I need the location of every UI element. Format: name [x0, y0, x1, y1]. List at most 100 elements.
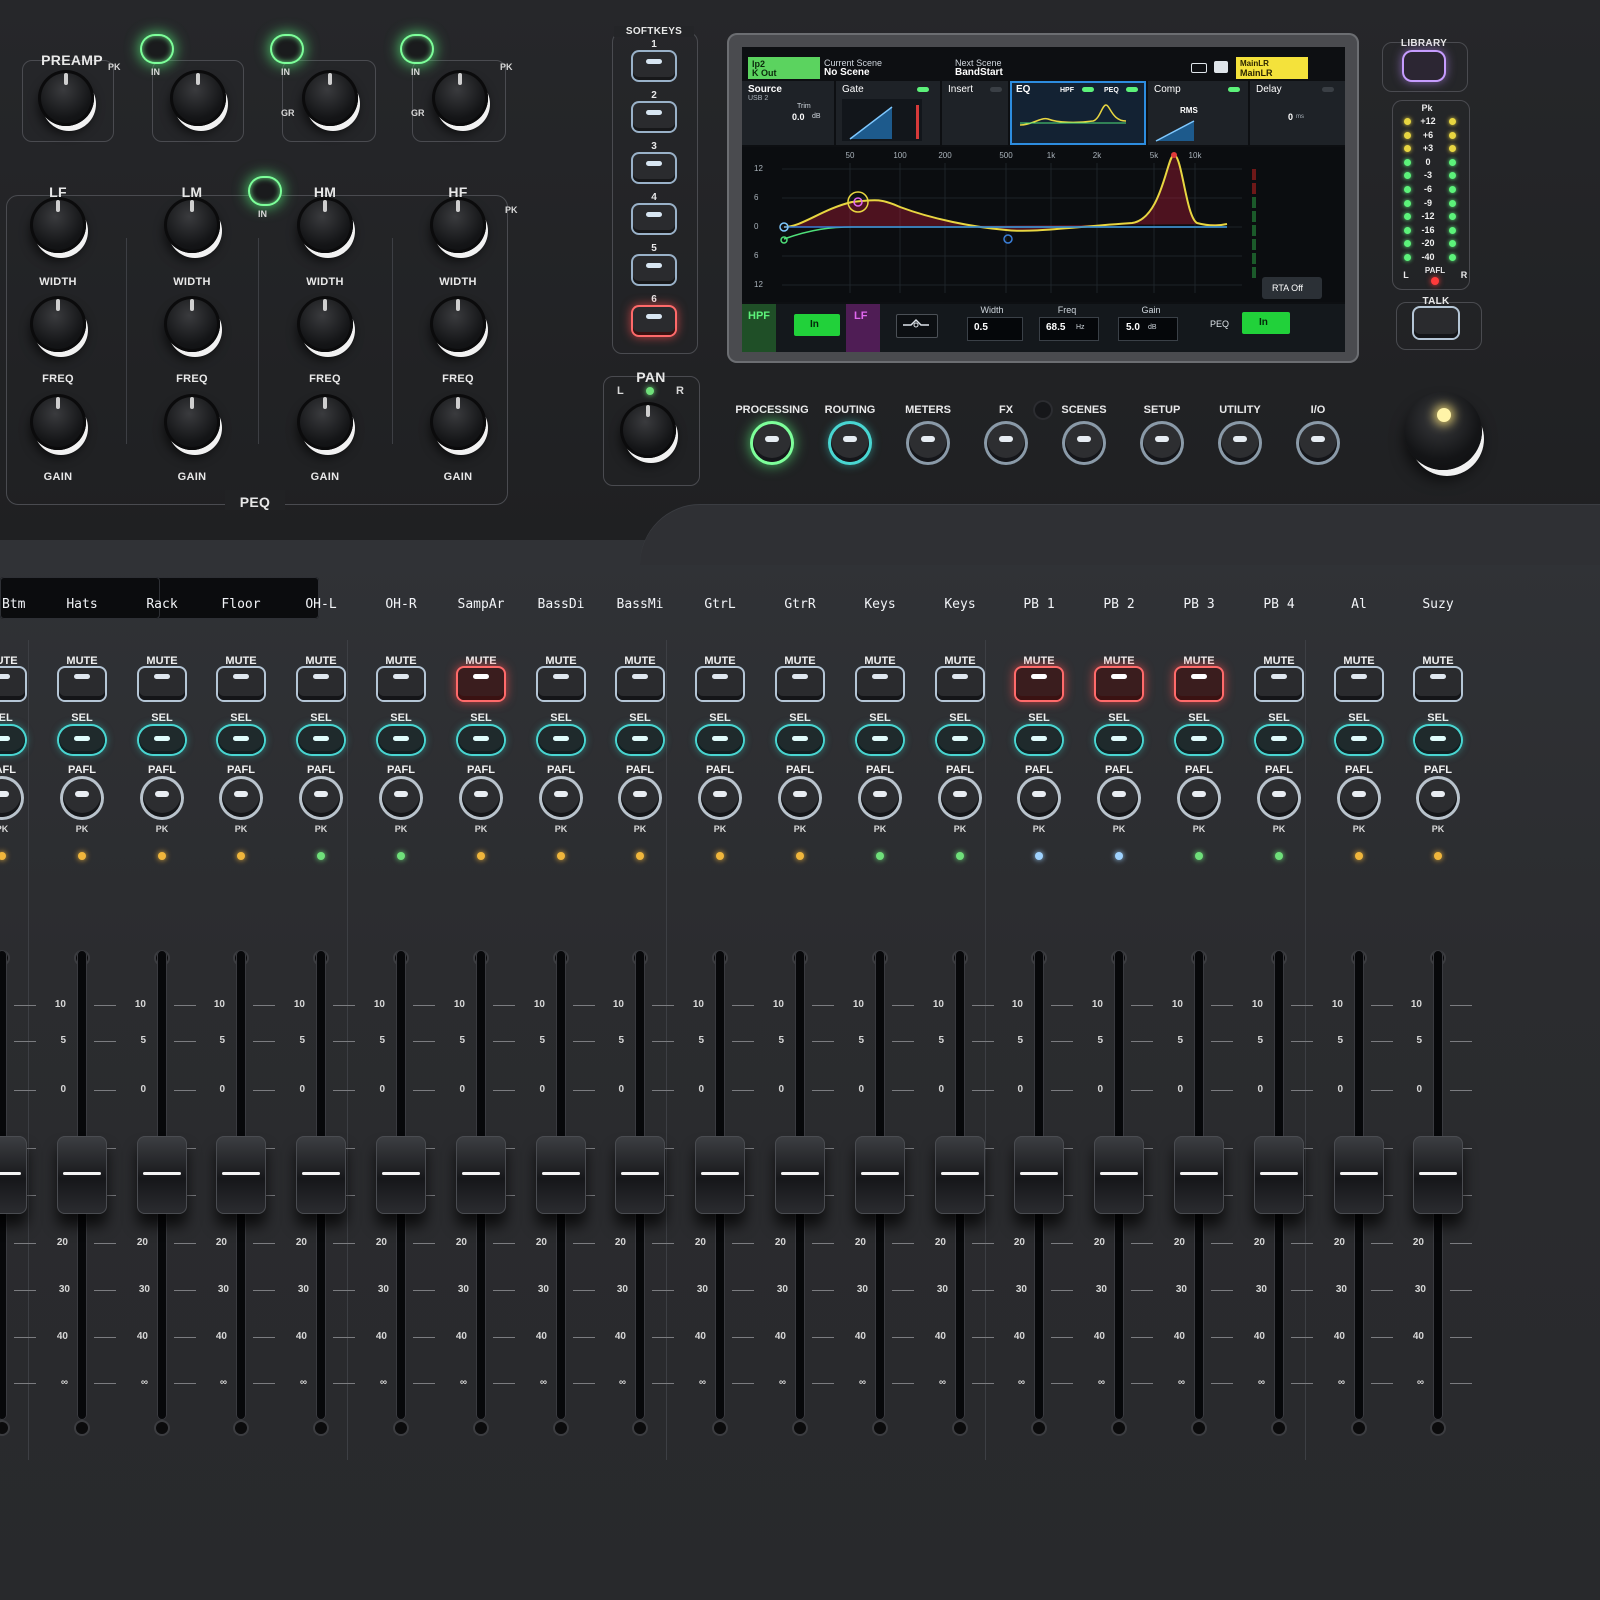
softkey-1-button[interactable] — [633, 52, 675, 80]
sel-button-2[interactable] — [139, 726, 185, 754]
fader-cap-2[interactable] — [137, 1136, 187, 1214]
gate2-in-button[interactable] — [272, 36, 302, 62]
gate2-knob[interactable] — [302, 70, 358, 126]
pafl-button-5[interactable] — [382, 779, 420, 817]
mute-button-16[interactable] — [1256, 668, 1302, 700]
pafl-button-15[interactable] — [1180, 779, 1218, 817]
fader-cap-9[interactable] — [695, 1136, 745, 1214]
sel-button-18[interactable] — [1415, 726, 1461, 754]
peq-lm-gain-knob[interactable] — [164, 394, 220, 450]
next-scene-value[interactable]: BandStart — [955, 67, 1003, 78]
sel-button-10[interactable] — [777, 726, 823, 754]
softkey-4-button[interactable] — [633, 205, 675, 233]
library-button[interactable] — [1404, 52, 1444, 80]
peq-lm-freq-knob[interactable] — [164, 296, 220, 352]
talk-button[interactable] — [1414, 308, 1458, 338]
peq-hm-freq-knob[interactable] — [297, 296, 353, 352]
fader-cap-11[interactable] — [855, 1136, 905, 1214]
mute-button-11[interactable] — [857, 668, 903, 700]
fader-cap-12[interactable] — [935, 1136, 985, 1214]
fader-cap-8[interactable] — [615, 1136, 665, 1214]
pafl-button-12[interactable] — [941, 779, 979, 817]
sel-button-7[interactable] — [538, 726, 584, 754]
sel-button-3[interactable] — [218, 726, 264, 754]
mute-button-7[interactable] — [538, 668, 584, 700]
mode-io-button[interactable] — [1299, 424, 1337, 462]
fader-cap-17[interactable] — [1334, 1136, 1384, 1214]
pafl-button-4[interactable] — [302, 779, 340, 817]
softkey-5-button[interactable] — [633, 256, 675, 284]
peq-hm-width-knob[interactable] — [297, 197, 353, 253]
fader-cap-13[interactable] — [1014, 1136, 1064, 1214]
mode-processing-button[interactable] — [753, 424, 791, 462]
sel-button-13[interactable] — [1016, 726, 1062, 754]
mute-button-17[interactable] — [1336, 668, 1382, 700]
fader-cap-6[interactable] — [456, 1136, 506, 1214]
sel-button-1[interactable] — [59, 726, 105, 754]
rotary-encoder[interactable] — [1404, 392, 1482, 470]
peq-lf-width-knob[interactable] — [30, 197, 86, 253]
peq-lm-width-knob[interactable] — [164, 197, 220, 253]
fader-cap-7[interactable] — [536, 1136, 586, 1214]
pafl-button-1[interactable] — [63, 779, 101, 817]
mute-button-13[interactable] — [1016, 668, 1062, 700]
mode-fx-button[interactable] — [987, 424, 1025, 462]
mute-button-10[interactable] — [777, 668, 823, 700]
peq-hf-gain-knob[interactable] — [430, 394, 486, 450]
mute-button-14[interactable] — [1096, 668, 1142, 700]
sel-button-8[interactable] — [617, 726, 663, 754]
fader-cap-1[interactable] — [57, 1136, 107, 1214]
mute-button-6[interactable] — [458, 668, 504, 700]
mode-setup-button[interactable] — [1143, 424, 1181, 462]
pafl-button-16[interactable] — [1260, 779, 1298, 817]
fader-cap-15[interactable] — [1174, 1136, 1224, 1214]
sel-button-5[interactable] — [378, 726, 424, 754]
pafl-button-17[interactable] — [1340, 779, 1378, 817]
sel-button-16[interactable] — [1256, 726, 1302, 754]
fader-cap-3[interactable] — [216, 1136, 266, 1214]
softkey-3-button[interactable] — [633, 154, 675, 182]
pafl-button-8[interactable] — [621, 779, 659, 817]
preamp-gain-knob[interactable] — [38, 70, 94, 126]
pafl-button-6[interactable] — [462, 779, 500, 817]
current-scene-value[interactable]: No Scene — [824, 67, 870, 78]
mute-button-9[interactable] — [697, 668, 743, 700]
pafl-button-13[interactable] — [1020, 779, 1058, 817]
sel-button-9[interactable] — [697, 726, 743, 754]
sel-button-14[interactable] — [1096, 726, 1142, 754]
peq-lf-gain-knob[interactable] — [30, 394, 86, 450]
mute-button-4[interactable] — [298, 668, 344, 700]
mode-utility-button[interactable] — [1221, 424, 1259, 462]
mute-button-5[interactable] — [378, 668, 424, 700]
softkey-2-button[interactable] — [633, 103, 675, 131]
mute-button-1[interactable] — [59, 668, 105, 700]
fader-cap-18[interactable] — [1413, 1136, 1463, 1214]
sel-button-6[interactable] — [458, 726, 504, 754]
mute-button-18[interactable] — [1415, 668, 1461, 700]
fader-cap-16[interactable] — [1254, 1136, 1304, 1214]
peq-lf-freq-knob[interactable] — [30, 296, 86, 352]
pafl-button-7[interactable] — [542, 779, 580, 817]
pafl-button-3[interactable] — [222, 779, 260, 817]
mute-button-8[interactable] — [617, 668, 663, 700]
sel-button-12[interactable] — [937, 726, 983, 754]
peq-hm-gain-knob[interactable] — [297, 394, 353, 450]
peq-hf-freq-knob[interactable] — [430, 296, 486, 352]
mute-button-15[interactable] — [1176, 668, 1222, 700]
pafl-button-9[interactable] — [701, 779, 739, 817]
softkey-6-button[interactable] — [633, 307, 675, 335]
pafl-button-10[interactable] — [781, 779, 819, 817]
fader-cap-5[interactable] — [376, 1136, 426, 1214]
pan-knob[interactable] — [620, 402, 676, 458]
pafl-button-14[interactable] — [1100, 779, 1138, 817]
sel-button-15[interactable] — [1176, 726, 1222, 754]
peq-in-button[interactable] — [250, 178, 280, 204]
gate-knob[interactable] — [170, 70, 226, 126]
pafl-button-11[interactable] — [861, 779, 899, 817]
gate-in-button[interactable] — [142, 36, 172, 62]
comp-in-button[interactable] — [402, 36, 432, 62]
sel-button-4[interactable] — [298, 726, 344, 754]
fader-cap-14[interactable] — [1094, 1136, 1144, 1214]
mode-routing-button[interactable] — [831, 424, 869, 462]
fader-cap-0[interactable] — [0, 1136, 27, 1214]
